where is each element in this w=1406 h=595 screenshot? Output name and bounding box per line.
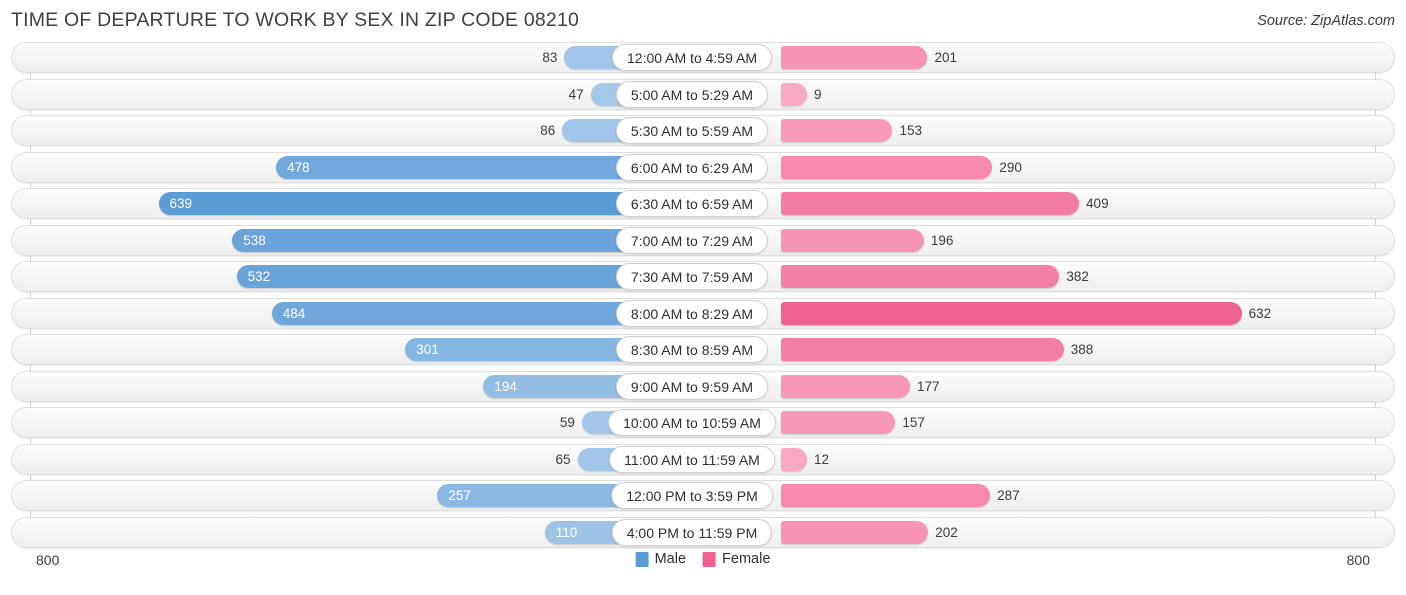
chart-row[interactable]: 532 382 7:30 AM to 7:59 AM [0,261,1406,292]
bar-value-male: 59 [559,415,575,430]
chart-row[interactable]: 538 196 7:00 AM to 7:29 AM [0,224,1406,256]
category-label: 5:30 AM to 5:59 AM [615,117,769,144]
bar-male[interactable]: 478 [276,155,625,179]
category-label: 7:30 AM to 7:59 AM [615,263,769,290]
chart-row[interactable]: 484 632 8:00 AM to 8:29 AM [0,297,1406,329]
chart-row[interactable]: 257 287 12:00 PM to 3:59 PM [0,480,1406,511]
bar-value-female: 382 [1066,269,1089,284]
bar-value-male: 478 [287,159,310,175]
category-label: 12:00 AM to 4:59 AM [612,44,772,71]
bar-female[interactable]: 9 [781,82,822,106]
chart-footer: 800 800 Male Female [0,545,1406,595]
chart-row[interactable]: 194 177 9:00 AM to 9:59 AM [0,370,1406,402]
bar-female[interactable]: 12 [781,447,829,471]
chart-header: TIME OF DEPARTURE TO WORK BY SEX IN ZIP … [0,0,1406,42]
bar-male[interactable]: 301 [405,338,625,361]
bar-value-female: 409 [1086,196,1109,211]
legend-swatch-male-icon [635,551,649,567]
bar-male[interactable]: 484 [271,301,625,325]
chart-row[interactable]: 83 201 12:00 AM to 4:59 AM [0,42,1406,73]
bar-value-male: 639 [169,196,193,211]
bar-value-female: 157 [902,415,925,430]
bar-female[interactable]: 196 [781,228,953,252]
bar-value-female: 153 [899,123,923,138]
bar-female[interactable]: 177 [781,374,940,398]
chart-legend: Male Female [635,551,770,567]
bar-female[interactable]: 153 [781,119,922,142]
bar-value-female: 177 [916,378,940,394]
category-label: 9:00 AM to 9:59 AM [615,372,769,400]
chart-row[interactable]: 110 202 4:00 PM to 11:59 PM [0,516,1406,548]
bar-female[interactable]: 388 [781,338,1093,361]
legend-item-male[interactable]: Male [635,551,687,567]
bar-female[interactable]: 632 [781,301,1271,325]
bar-value-male: 484 [282,305,306,321]
category-label: 6:30 AM to 6:59 AM [615,190,769,217]
bar-value-male: 194 [494,378,517,394]
bar-value-female: 287 [997,488,1020,503]
category-label: 7:00 AM to 7:29 AM [615,226,769,254]
category-label: 5:00 AM to 5:29 AM [615,80,769,108]
bar-value-male: 257 [448,488,471,503]
bar-female[interactable]: 290 [781,155,1022,179]
bar-male[interactable]: 257 [437,484,625,507]
legend-label-male: Male [654,551,687,567]
bar-value-female: 9 [814,86,822,102]
legend-item-female[interactable]: Female [703,551,770,567]
bar-value-male: 86 [540,123,556,138]
category-label: 12:00 PM to 3:59 PM [611,482,773,509]
bar-male[interactable]: 639 [158,192,625,215]
bar-value-male: 83 [542,50,558,65]
bar-value-male: 538 [243,232,266,248]
bar-female[interactable]: 202 [781,520,958,544]
bar-female[interactable]: 382 [781,265,1089,288]
chart-row[interactable]: 639 409 6:30 AM to 6:59 AM [0,188,1406,219]
chart-rows: 83 201 12:00 AM to 4:59 AM 47 9 5:00 AM to 5:… [0,42,1406,553]
source-attribution: Source: ZipAtlas.com [1257,13,1395,29]
bar-female[interactable]: 287 [781,484,1020,507]
chart-plot-area: 83 201 12:00 AM to 4:59 AM 47 9 5:00 AM to 5:… [0,42,1406,548]
bar-female[interactable]: 157 [781,411,925,434]
chart-row[interactable]: 301 388 8:30 AM to 8:59 AM [0,334,1406,365]
category-label: 10:00 AM to 10:59 AM [608,409,776,436]
bar-value-male: 532 [247,269,271,284]
chart-row[interactable]: 47 9 5:00 AM to 5:29 AM [0,78,1406,110]
bar-value-male: 301 [416,342,439,357]
bar-male[interactable]: 532 [236,265,625,288]
page-title: TIME OF DEPARTURE TO WORK BY SEX IN ZIP … [11,9,580,31]
bar-value-female: 632 [1248,305,1272,321]
legend-swatch-female-icon [703,551,717,567]
category-label: 8:00 AM to 8:29 AM [615,299,769,327]
legend-label-female: Female [722,551,771,567]
chart-row[interactable]: 86 153 5:30 AM to 5:59 AM [0,115,1406,146]
category-label: 11:00 AM to 11:59 AM [609,445,775,473]
bar-value-female: 202 [935,524,958,540]
bar-value-female: 12 [814,451,830,467]
bar-value-male: 65 [555,451,571,467]
bar-value-male: 110 [555,524,578,540]
category-label: 6:00 AM to 6:29 AM [615,153,769,181]
axis-max-left: 800 [36,552,60,568]
category-label: 4:00 PM to 11:59 PM [611,518,773,546]
axis-max-right: 800 [1346,552,1370,568]
bar-value-male: 47 [568,86,584,102]
bar-value-female: 196 [930,232,954,248]
bar-male[interactable]: 538 [232,228,625,252]
bar-value-female: 388 [1070,342,1094,357]
chart-row[interactable]: 65 12 11:00 AM to 11:59 AM [0,443,1406,475]
bar-male[interactable]: 194 [483,374,625,398]
bar-value-female: 290 [999,159,1022,175]
category-label: 8:30 AM to 8:59 AM [615,336,769,363]
bar-female[interactable]: 201 [781,46,957,69]
bar-value-female: 201 [934,50,957,65]
bar-female[interactable]: 409 [781,192,1109,215]
chart-row[interactable]: 478 290 6:00 AM to 6:29 AM [0,151,1406,183]
chart-row[interactable]: 59 157 10:00 AM to 10:59 AM [0,407,1406,438]
